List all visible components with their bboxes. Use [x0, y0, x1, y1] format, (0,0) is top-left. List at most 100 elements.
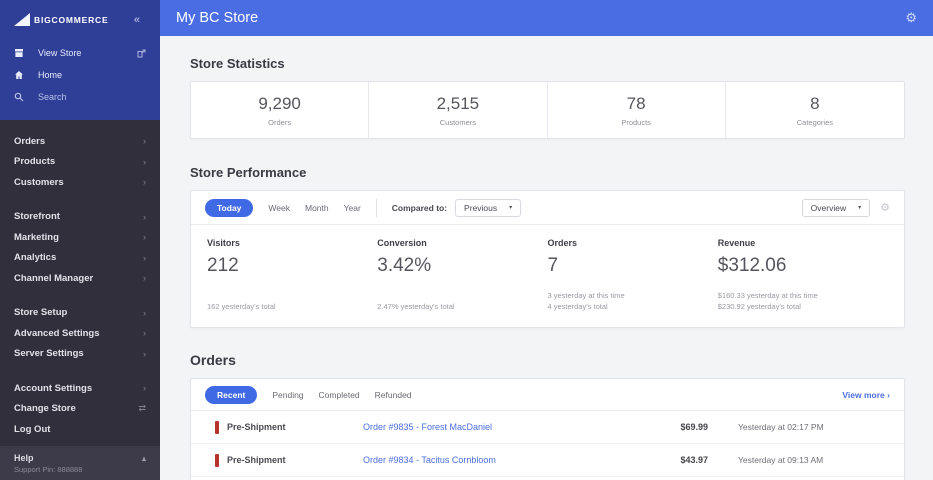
- tab-recent[interactable]: Recent: [205, 385, 258, 404]
- order-status: Pre-Shipment: [215, 420, 363, 434]
- stat-categories: 8 Categories: [726, 82, 904, 138]
- overview-value: Overview: [810, 202, 847, 213]
- metric-value: 212: [207, 255, 239, 276]
- metric-orders: Orders 7 3 yesterday at this time 4 yest…: [548, 238, 718, 312]
- settings-gear-icon[interactable]: ⚙: [905, 10, 917, 26]
- sidebar-item-search[interactable]: Search: [0, 86, 160, 108]
- metric-subtext: $160.33 yesterday at this time: [717, 291, 818, 300]
- sidebar-item-account-settings[interactable]: Account Settings ›: [0, 378, 160, 399]
- nav-group-settings: Store Setup › Advanced Settings › Server…: [0, 303, 160, 365]
- sidebar-item-label: Customers: [14, 176, 64, 188]
- sidebar-item-label: Orders: [14, 135, 46, 147]
- dashboard-content: Store Statistics 9,290 Orders 2,515 Cust…: [160, 36, 933, 480]
- performance-toolbar: Today Week Month Year Compared to: Previ…: [191, 191, 904, 225]
- sidebar-item-label: Analytics: [14, 252, 57, 264]
- help-label: Help: [14, 453, 34, 463]
- chevron-right-icon: ›: [143, 232, 146, 243]
- help-panel[interactable]: Help ▴ Support Pin: 888888: [0, 446, 160, 480]
- sidebar-nav: Orders › Products › Customers › Storefro…: [0, 120, 160, 440]
- compared-to-select[interactable]: Previous ▾: [455, 198, 522, 217]
- order-status: Pre-Shipment: [215, 453, 363, 467]
- order-amount: $69.99: [680, 422, 708, 432]
- sidebar-item-advanced-settings[interactable]: Advanced Settings ›: [0, 323, 160, 344]
- stat-value: 78: [626, 93, 646, 113]
- sidebar-item-storefront[interactable]: Storefront ›: [0, 207, 160, 228]
- sidebar-item-label: Channel Manager: [14, 272, 94, 284]
- stat-products: 78 Products: [548, 82, 726, 138]
- metric-subtext: [377, 290, 547, 301]
- swap-arrows-icon: ⇄: [138, 403, 146, 414]
- sidebar-item-products[interactable]: Products ›: [0, 152, 160, 173]
- tab-year[interactable]: Year: [344, 203, 361, 213]
- stat-label: Customers: [439, 117, 476, 127]
- tab-month[interactable]: Month: [305, 203, 329, 213]
- metric-value: 7: [547, 255, 559, 276]
- chevron-right-icon: ›: [143, 177, 146, 188]
- support-pin: Support Pin: 888888: [14, 465, 83, 474]
- top-header-bar: My BC Store ⚙: [160, 0, 933, 36]
- sidebar-item-channel-manager[interactable]: Channel Manager ›: [0, 268, 160, 289]
- chevron-right-icon: ›: [143, 348, 146, 359]
- store-title: My BC Store: [176, 10, 259, 26]
- stat-orders: 9,290 Orders: [191, 82, 370, 138]
- sidebar-item-marketing[interactable]: Marketing ›: [0, 227, 160, 248]
- order-link[interactable]: Order #9835 - Forest MacDaniel: [363, 422, 648, 432]
- chevron-right-icon: ›: [887, 389, 890, 400]
- chevron-right-icon: ›: [143, 252, 146, 263]
- metric-subtext: 3 yesterday at this time: [547, 291, 625, 300]
- tab-pending[interactable]: Pending: [272, 390, 303, 400]
- sidebar-item-server-settings[interactable]: Server Settings ›: [0, 344, 160, 365]
- nav-group-commerce: Orders › Products › Customers ›: [0, 131, 160, 193]
- sidebar-item-label: Home: [38, 70, 63, 80]
- sidebar-item-home[interactable]: Home: [0, 64, 160, 86]
- stat-value: 9,290: [258, 93, 301, 113]
- bigcommerce-logo-icon: [14, 13, 30, 26]
- search-icon: [14, 92, 30, 102]
- sidebar-item-orders[interactable]: Orders ›: [0, 131, 160, 152]
- order-link[interactable]: Order #9834 - Tacitus Cornbloom: [363, 455, 648, 465]
- sidebar-item-view-store[interactable]: View Store: [0, 42, 160, 64]
- sidebar-top: BIGCOMMERCE « View Store Home Search: [0, 0, 160, 120]
- store-performance-card: Today Week Month Year Compared to: Previ…: [190, 190, 905, 328]
- nav-group-marketing: Storefront › Marketing › Analytics › Cha…: [0, 207, 160, 289]
- view-more-link[interactable]: View more ›: [842, 390, 890, 400]
- sidebar-item-log-out[interactable]: Log Out: [0, 419, 160, 440]
- metric-conversion: Conversion 3.42% 2.47% yesterday's total: [377, 238, 547, 312]
- home-icon: [14, 70, 30, 80]
- sidebar-item-customers[interactable]: Customers ›: [0, 172, 160, 193]
- tab-today[interactable]: Today: [205, 198, 254, 217]
- metric-subtext: 4 yesterday's total: [547, 302, 608, 311]
- store-icon: [14, 48, 30, 58]
- store-statistics-card: 9,290 Orders 2,515 Customers 78 Products…: [190, 81, 905, 139]
- table-row: Pre-Shipment Order #9835 - Forest MacDan…: [191, 411, 904, 444]
- sidebar-item-analytics[interactable]: Analytics ›: [0, 248, 160, 269]
- metric-revenue: Revenue $312.06 $160.33 yesterday at thi…: [718, 238, 888, 312]
- bigcommerce-logo-text: BIGCOMMERCE: [34, 14, 109, 25]
- sidebar-item-label: Store Setup: [14, 307, 68, 319]
- status-color-bar: [215, 453, 219, 467]
- metric-subtext: 2.47% yesterday's total: [377, 302, 455, 311]
- chevron-right-icon: ›: [143, 383, 146, 394]
- order-date: Yesterday at 09:13 AM: [738, 455, 824, 465]
- sidebar-item-label: Products: [14, 156, 56, 168]
- overview-select[interactable]: Overview ▾: [801, 198, 871, 217]
- tab-week[interactable]: Week: [268, 203, 290, 213]
- chevron-right-icon: ›: [143, 211, 146, 222]
- sidebar: BIGCOMMERCE « View Store Home Search Ord…: [0, 0, 160, 480]
- performance-settings-gear-icon[interactable]: ⚙: [880, 201, 890, 214]
- metric-label: Revenue: [717, 238, 756, 248]
- sidebar-item-label: Advanced Settings: [14, 327, 100, 339]
- store-performance-heading: Store Performance: [190, 165, 307, 180]
- store-statistics-heading: Store Statistics: [190, 56, 285, 71]
- collapse-sidebar-icon[interactable]: «: [134, 14, 140, 26]
- tab-refunded[interactable]: Refunded: [375, 390, 412, 400]
- tab-completed[interactable]: Completed: [319, 390, 360, 400]
- sidebar-item-label: Storefront: [14, 211, 60, 223]
- sidebar-item-change-store[interactable]: Change Store ⇄: [0, 399, 160, 420]
- orders-heading: Orders: [190, 352, 236, 368]
- chevron-down-icon: ▾: [509, 205, 513, 211]
- compared-to-value: Previous: [464, 202, 498, 213]
- stat-label: Orders: [268, 117, 292, 127]
- sidebar-item-store-setup[interactable]: Store Setup ›: [0, 303, 160, 324]
- sidebar-item-label: Change Store: [14, 403, 76, 415]
